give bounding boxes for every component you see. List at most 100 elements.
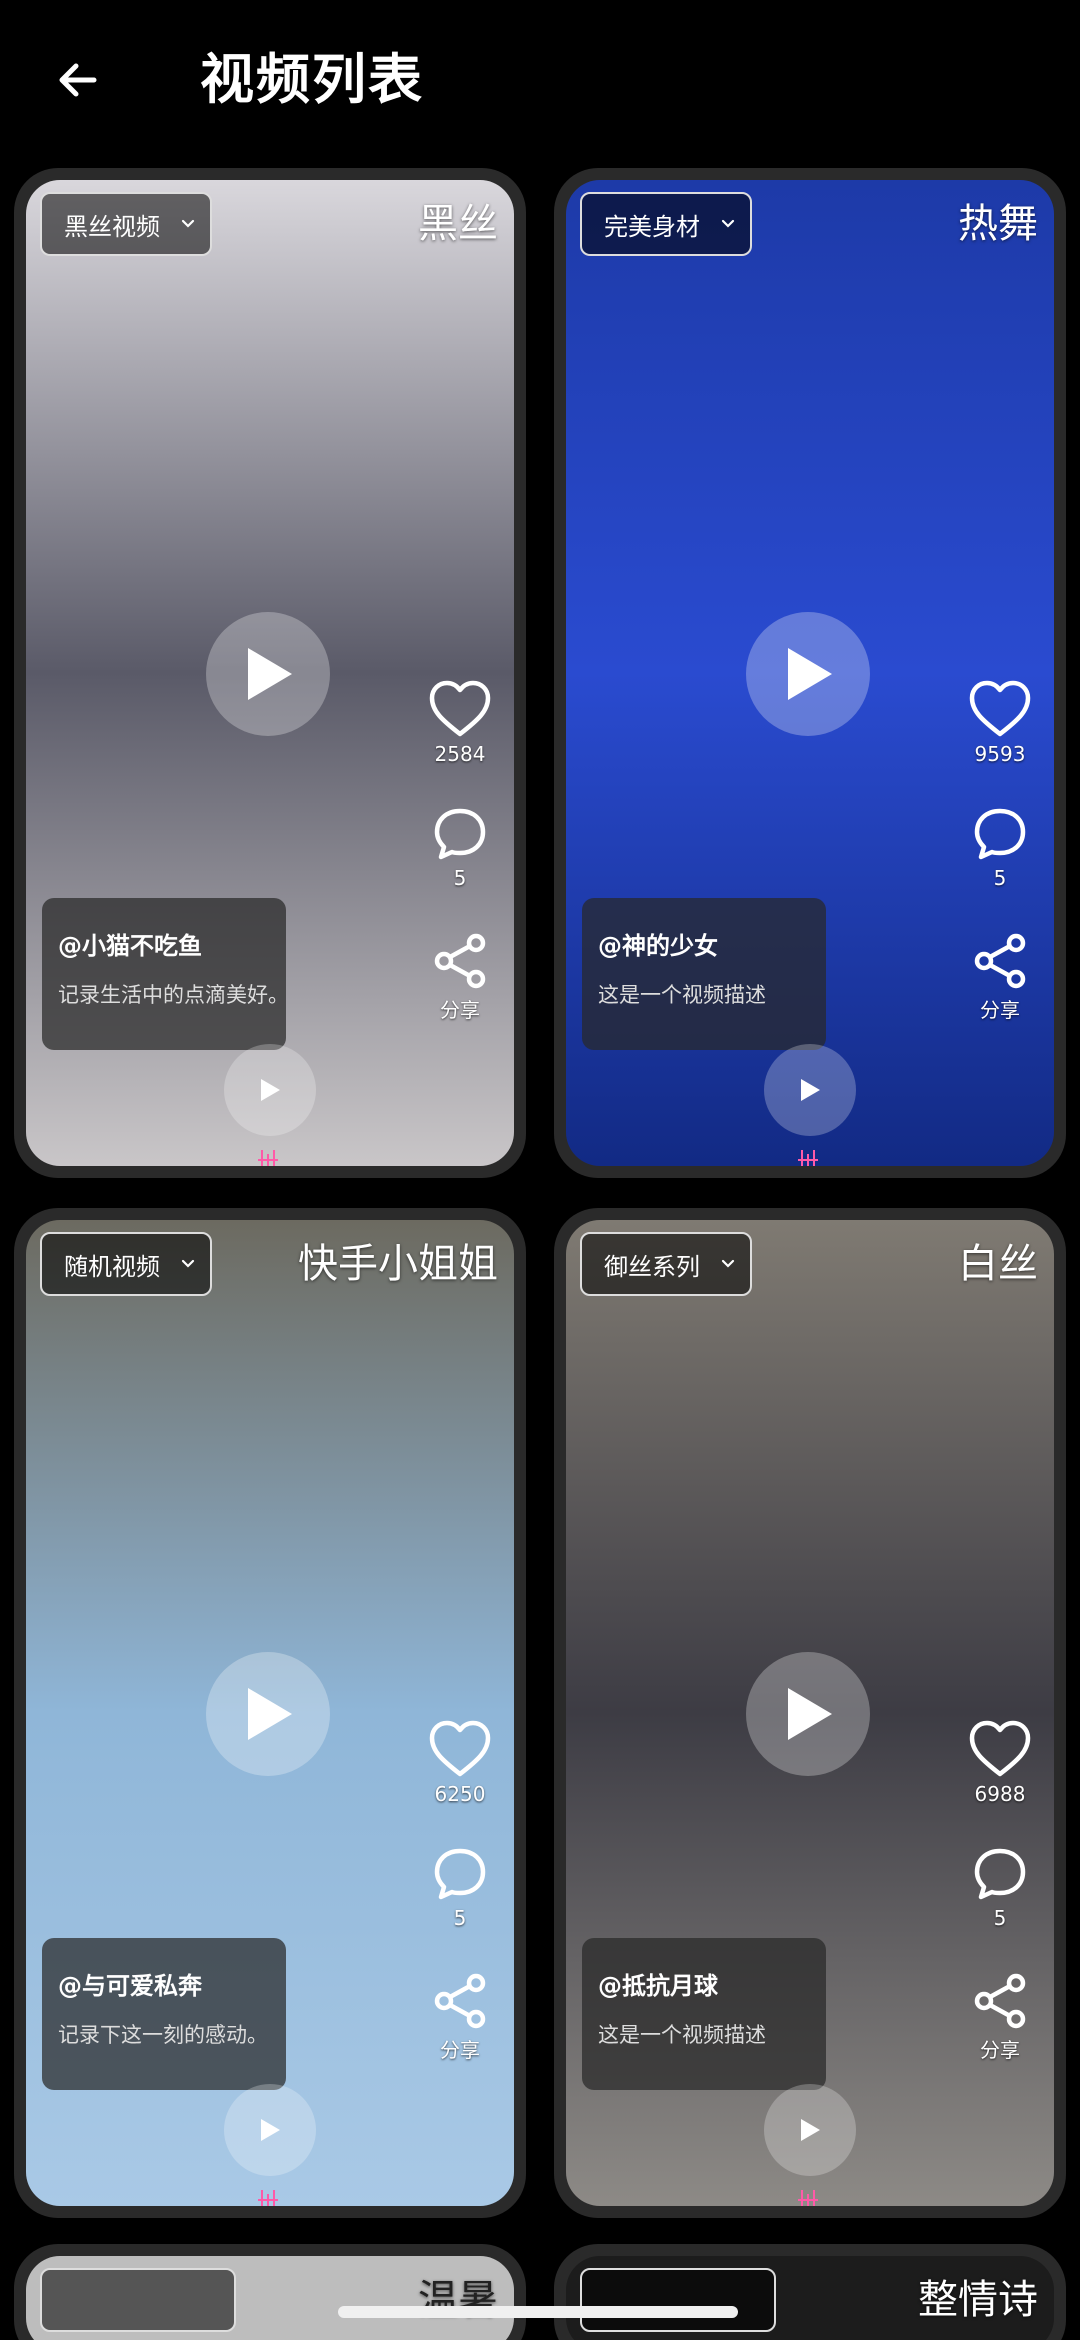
play-button[interactable] (746, 612, 870, 736)
like-count: 6250 (434, 1782, 486, 1806)
play-icon (248, 1688, 292, 1740)
video-card-peek[interactable]: 整情诗 (554, 2244, 1066, 2340)
play-icon (788, 1688, 832, 1740)
share-label: 分享 (440, 2038, 480, 2062)
video-description: 这是一个视频描述 (598, 2023, 766, 2047)
progress-marker-icon (798, 1150, 818, 1166)
comment-count: 5 (993, 866, 1007, 890)
video-description: 记录下这一刻的感动。 (58, 2023, 268, 2047)
comment-count: 5 (993, 1906, 1007, 1930)
video-description: 这是一个视频描述 (598, 983, 766, 1007)
video-info: @小猫不吃鱼 记录生活中的点滴美好。 (42, 898, 289, 1050)
video-frame[interactable]: 黑丝视频 黑丝 2584 5 分享 @小猫不吃鱼 记录生活中的点滴美好。 (26, 180, 514, 1166)
progress-marker-icon (258, 1150, 278, 1166)
mini-play-button[interactable] (764, 1044, 856, 1136)
video-card[interactable]: 随机视频 快手小姐姐 6250 5 分享 @与可爱私奔 记录下这一刻的感动。 (14, 1208, 526, 2218)
comment-icon (434, 808, 486, 860)
chevron-down-icon (181, 219, 195, 228)
back-button[interactable] (40, 42, 116, 118)
comment-icon (434, 1848, 486, 1900)
like-count: 2584 (434, 742, 486, 766)
video-card[interactable]: 完美身材 热舞 9593 5 分享 @神的少女 这是一个视频描述 (554, 168, 1066, 1178)
category-title: 快手小姐姐 (298, 1241, 498, 1287)
share-label: 分享 (980, 2038, 1020, 2062)
video-frame[interactable]: 御丝系列 白丝 6988 5 分享 @抵抗月球 这是一个视频描述 (566, 1220, 1054, 2206)
like-count: 6988 (974, 1782, 1026, 1806)
like-button[interactable]: 9593 (960, 680, 1040, 766)
play-icon (801, 1079, 820, 1101)
progress-marker-icon (258, 2190, 278, 2206)
category-title: 黑丝 (418, 201, 498, 247)
heart-icon (429, 680, 491, 737)
video-description: 记录生活中的点滴美好。 (58, 983, 289, 1007)
comment-button[interactable]: 5 (960, 1846, 1040, 1930)
author-name[interactable]: @抵抗月球 (598, 1966, 810, 2001)
play-button[interactable] (206, 1652, 330, 1776)
video-card-peek[interactable]: 温暑 (14, 2244, 526, 2340)
category-select-label: 黑丝视频 (64, 212, 160, 241)
heart-icon (969, 680, 1031, 737)
mini-play-button[interactable] (764, 2084, 856, 2176)
share-label: 分享 (980, 998, 1020, 1022)
comment-button[interactable]: 5 (420, 1846, 500, 1930)
author-name[interactable]: @小猫不吃鱼 (58, 926, 270, 961)
category-select[interactable]: 随机视频 (40, 1232, 212, 1296)
comment-count: 5 (453, 866, 467, 890)
share-icon (974, 1973, 1026, 2029)
arrow-left-icon (59, 63, 97, 97)
progress-marker-icon (798, 2190, 818, 2206)
video-card[interactable]: 黑丝视频 黑丝 2584 5 分享 @小猫不吃鱼 记录生活中的点滴美好。 (14, 168, 526, 1178)
video-info: @与可爱私奔 记录下这一刻的感动。 (42, 1938, 286, 2090)
play-button[interactable] (206, 612, 330, 736)
share-button[interactable]: 分享 (420, 932, 500, 1023)
video-card[interactable]: 御丝系列 白丝 6988 5 分享 @抵抗月球 这是一个视频描述 (554, 1208, 1066, 2218)
video-frame[interactable]: 完美身材 热舞 9593 5 分享 @神的少女 这是一个视频描述 (566, 180, 1054, 1166)
share-button[interactable]: 分享 (960, 932, 1040, 1023)
like-button[interactable]: 6250 (420, 1720, 500, 1806)
share-icon (974, 933, 1026, 989)
video-info: @抵抗月球 这是一个视频描述 (582, 1938, 826, 2090)
page-title: 视频列表 (200, 48, 424, 111)
category-title: 热舞 (958, 201, 1038, 247)
author-name[interactable]: @与可爱私奔 (58, 1966, 270, 2001)
share-button[interactable]: 分享 (420, 1972, 500, 2063)
category-select[interactable] (580, 2268, 776, 2332)
app-header: 视频列表 (0, 0, 1080, 160)
chevron-down-icon (721, 219, 735, 228)
category-select-label: 完美身材 (604, 212, 700, 241)
share-icon (434, 1973, 486, 2029)
comment-icon (974, 808, 1026, 860)
comment-count: 5 (453, 1906, 467, 1930)
comment-button[interactable]: 5 (960, 806, 1040, 890)
play-icon (788, 648, 832, 700)
play-button[interactable] (746, 1652, 870, 1776)
category-title: 整情诗 (918, 2277, 1038, 2323)
category-select[interactable]: 完美身材 (580, 192, 752, 256)
mini-play-button[interactable] (224, 2084, 316, 2176)
video-frame[interactable]: 随机视频 快手小姐姐 6250 5 分享 @与可爱私奔 记录下这一刻的感动。 (26, 1220, 514, 2206)
like-count: 9593 (974, 742, 1026, 766)
like-button[interactable]: 6988 (960, 1720, 1040, 1806)
mini-play-button[interactable] (224, 1044, 316, 1136)
comment-button[interactable]: 5 (420, 806, 500, 890)
play-icon (801, 2119, 820, 2141)
comment-icon (974, 1848, 1026, 1900)
share-icon (434, 933, 486, 989)
home-indicator[interactable] (338, 2306, 738, 2318)
heart-icon (969, 1720, 1031, 1777)
share-label: 分享 (440, 998, 480, 1022)
author-name[interactable]: @神的少女 (598, 926, 810, 961)
category-title: 温暑 (418, 2277, 498, 2323)
play-icon (261, 2119, 280, 2141)
category-select[interactable]: 御丝系列 (580, 1232, 752, 1296)
category-select-label: 御丝系列 (604, 1252, 700, 1281)
category-select[interactable]: 黑丝视频 (40, 192, 212, 256)
video-info: @神的少女 这是一个视频描述 (582, 898, 826, 1050)
chevron-down-icon (181, 1259, 195, 1268)
heart-icon (429, 1720, 491, 1777)
category-select[interactable] (40, 2268, 236, 2332)
share-button[interactable]: 分享 (960, 1972, 1040, 2063)
chevron-down-icon (721, 1259, 735, 1268)
play-icon (248, 648, 292, 700)
like-button[interactable]: 2584 (420, 680, 500, 766)
